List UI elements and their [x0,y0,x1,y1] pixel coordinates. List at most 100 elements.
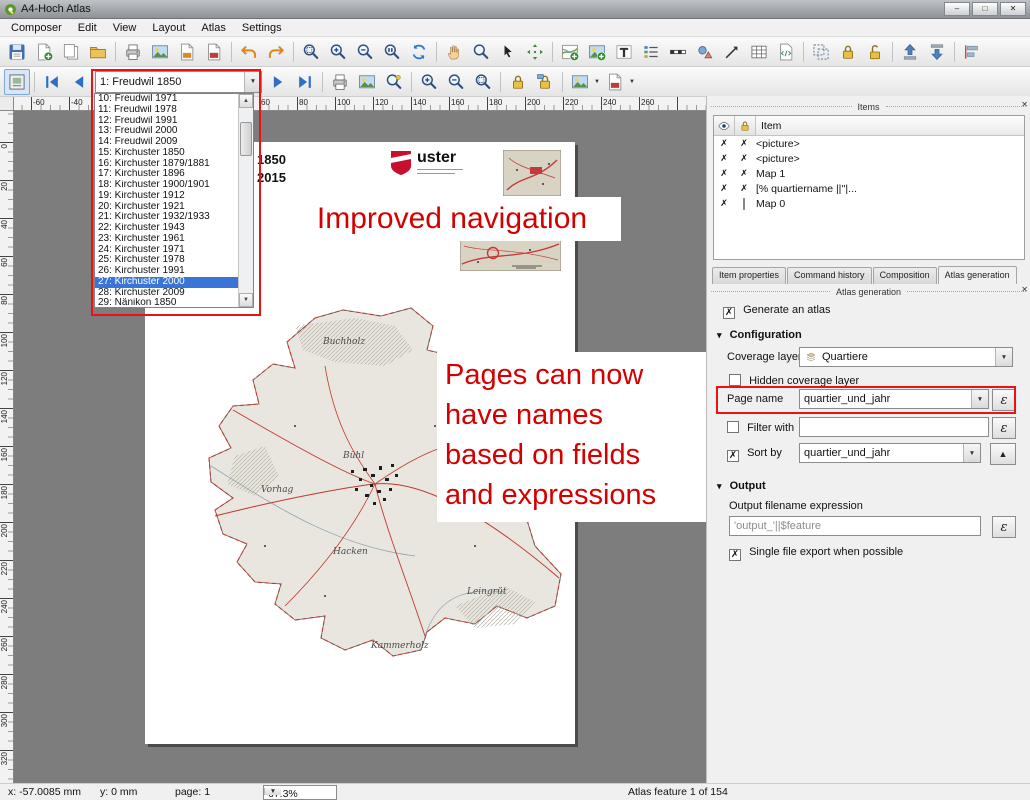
filter-with-checkbox[interactable] [727,421,739,433]
menu-settings[interactable]: Settings [234,20,290,36]
item-row[interactable]: ✗ ✗ Map 1 [714,166,1024,181]
lock-checkbox[interactable]: ✗ [734,138,754,149]
chevron-down-icon[interactable]: ▼ [264,788,281,795]
export-atlas-image-menu-button[interactable] [567,69,593,95]
last-feature-button[interactable] [292,69,318,95]
atlas-feature-option[interactable]: 17: Kirchuster 1896 [95,169,238,180]
export-atlas-pdf-menu-button[interactable] [602,69,628,95]
scrollbar-thumb[interactable] [240,122,252,156]
atlas-feature-option[interactable]: 15: Kirchuster 1850 [95,148,238,159]
close-icon[interactable]: ✕ [1021,285,1028,294]
empty-checkbox[interactable] [743,198,745,210]
visibility-checkbox[interactable]: ✗ [714,168,734,179]
atlas-feature-option[interactable]: 19: Kirchuster 1912 [95,191,238,202]
atlas-feature-option-selected[interactable]: 27: Kirchuster 2000 [95,277,238,288]
add-scalebar-button[interactable] [665,39,691,65]
first-feature-button[interactable] [39,69,65,95]
atlas-panel-titlebar[interactable]: Atlas generation [711,285,1026,298]
items-panel-titlebar[interactable]: Items [711,100,1026,113]
zoom-in-button[interactable] [416,69,442,95]
toggle-visibility-button[interactable] [714,116,735,135]
export-atlas-button[interactable] [354,69,380,95]
sort-by-checkbox[interactable]: ✗ [727,450,739,462]
single-file-row[interactable]: ✗ Single file export when possible [729,546,903,561]
lock-checkbox[interactable]: ✗ [734,153,754,164]
atlas-feature-option[interactable]: 22: Kirchuster 1943 [95,223,238,234]
collapse-icon[interactable]: ▾ [717,330,722,340]
tab-command-history[interactable]: Command history [787,267,872,284]
menu-composer[interactable]: Composer [3,20,70,36]
refresh-view-button[interactable] [406,39,432,65]
chevron-down-icon[interactable]: ▼ [963,444,980,462]
coverage-layer-combo[interactable]: Quartiere ▼ [799,347,1013,367]
visibility-checkbox[interactable]: ✗ [714,198,734,209]
unlock-items-button[interactable] [862,39,888,65]
item-row[interactable]: ✗ ✗ [% quartiername ||''|... [714,181,1024,196]
add-shape-button[interactable] [692,39,718,65]
sort-by-combo[interactable]: quartier_und_jahr ▼ [799,443,981,463]
next-feature-button[interactable] [265,69,291,95]
atlas-feature-option[interactable]: 24: Kirchuster 1971 [95,245,238,256]
add-attribute-table-button[interactable] [746,39,772,65]
chevron-down-icon[interactable]: ▼ [629,79,635,85]
page-name-expression-button[interactable]: ε [992,389,1016,411]
atlas-feature-option[interactable]: 23: Kirchuster 1961 [95,234,238,245]
export-pdf-button[interactable] [201,39,227,65]
add-map-button[interactable] [557,39,583,65]
chevron-down-icon[interactable]: ▼ [995,348,1012,366]
visibility-checkbox[interactable]: ✗ [714,153,734,164]
items-tree[interactable]: Item ✗ ✗ <picture> ✗ ✗ <picture> ✗ ✗ Map… [713,115,1025,260]
atlas-feature-option[interactable]: 26: Kirchuster 1991 [95,266,238,277]
add-html-frame-button[interactable] [773,39,799,65]
previous-feature-button[interactable] [66,69,92,95]
tab-atlas-generation[interactable]: Atlas generation [938,266,1017,284]
align-items-button[interactable] [959,39,985,65]
zoom-full-button[interactable] [298,39,324,65]
zoom-full-button[interactable] [470,69,496,95]
hidden-coverage-checkbox[interactable] [729,374,741,386]
collapse-icon[interactable]: ▾ [717,481,722,491]
lock-layer-styles-button[interactable] [532,69,558,95]
export-svg-button[interactable] [174,39,200,65]
redo-button[interactable] [263,39,289,65]
zoom-tool-button[interactable] [468,39,494,65]
atlas-feature-option[interactable]: 20: Kirchuster 1921 [95,202,238,213]
group-items-button[interactable] [808,39,834,65]
add-arrow-button[interactable] [719,39,745,65]
filter-expression-input[interactable] [799,417,989,437]
menu-edit[interactable]: Edit [70,20,105,36]
scroll-down-icon[interactable]: ▼ [239,293,253,307]
export-image-button[interactable] [147,39,173,65]
atlas-feature-option[interactable]: 10: Freudwil 1971 [95,94,238,105]
menu-atlas[interactable]: Atlas [193,20,233,36]
atlas-feature-option[interactable]: 29: Nänikon 1850 [95,298,238,307]
atlas-feature-option[interactable]: 13: Freudwil 2000 [95,126,238,137]
preview-atlas-button[interactable] [4,69,30,95]
lower-items-button[interactable] [924,39,950,65]
visibility-checkbox[interactable]: ✗ [714,183,734,194]
atlas-feature-option[interactable]: 28: Kirchuster 2009 [95,288,238,299]
item-row[interactable]: ✗ Map 0 [714,196,1024,211]
add-image-button[interactable] [584,39,610,65]
zoom-to-feature-button[interactable] [381,69,407,95]
add-legend-button[interactable] [638,39,664,65]
generate-atlas-row[interactable]: ✗ Generate an atlas [723,304,831,319]
menu-layout[interactable]: Layout [144,20,193,36]
zoom-in-button[interactable] [325,39,351,65]
output-group-header[interactable]: ▾ Output [717,480,766,492]
print-button[interactable] [120,39,146,65]
lock-checkbox[interactable] [734,199,754,209]
raise-items-button[interactable] [897,39,923,65]
zoom-level-combo[interactable]: 67.3% ▼ [263,785,337,800]
item-row[interactable]: ✗ ✗ <picture> [714,136,1024,151]
dropdown-scrollbar[interactable]: ▲ ▼ [238,94,253,307]
lock-items-button[interactable] [835,39,861,65]
atlas-feature-option[interactable]: 12: Freudwil 1991 [95,116,238,127]
atlas-feature-combo[interactable]: 1: Freudwil 1850 ▼ [95,71,262,93]
tab-item-properties[interactable]: Item properties [712,267,786,284]
lock-checkbox[interactable]: ✗ [734,168,754,179]
move-item-content-button[interactable] [522,39,548,65]
composition-manager-button[interactable] [85,39,111,65]
scroll-up-icon[interactable]: ▲ [239,94,253,108]
chevron-down-icon[interactable]: ▼ [971,390,988,408]
